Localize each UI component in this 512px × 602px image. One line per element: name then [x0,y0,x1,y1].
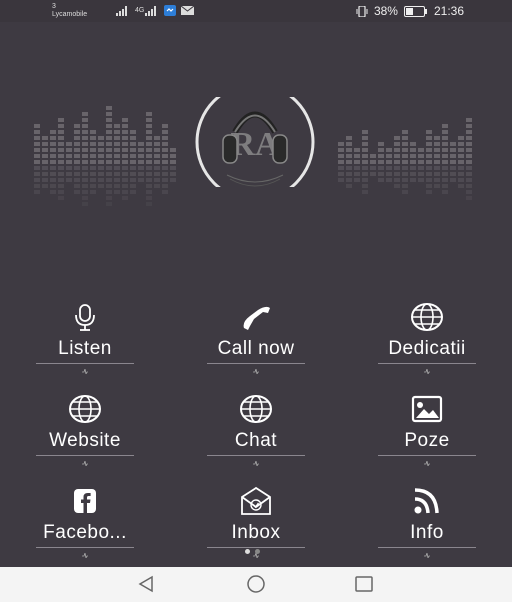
menu-item-label: Inbox [231,522,281,543]
page-dot [255,549,260,554]
vibrate-icon [356,5,368,17]
menu-item-label: Info [410,522,444,543]
email-icon [181,6,195,15]
recents-icon[interactable] [354,574,374,594]
mail-icon [236,486,276,516]
app-content: RA Listen Call now Dedicatii Website Chat Poz… [0,22,512,567]
radio-logo: RA [195,97,315,187]
globe-icon [236,394,276,424]
menu-item-dedicatii[interactable]: Dedicatii [352,302,502,382]
page-dot-active [245,549,250,554]
status-icons-left: 4G [116,5,195,16]
pulse-icon [424,453,430,468]
menu-item-label: Poze [404,430,450,451]
facebook-icon [65,486,105,516]
battery-percent: 38% [373,4,398,18]
carrier-info: 3 Lycamobile [52,3,87,19]
pulse-icon [424,545,430,560]
pulse-icon [82,361,88,376]
menu-item-label: Chat [234,430,278,451]
menu-item-label: Dedicatii [388,338,466,359]
menu-item-label: Call now [217,338,295,359]
pulse-icon [253,453,259,468]
page-indicator [245,549,260,554]
carrier-sim: 3 [52,3,56,10]
microphone-icon [65,302,105,332]
menu-item-label: Listen [58,338,112,359]
clock: 21:36 [433,4,464,18]
pulse-icon [253,361,259,376]
menu-item-poze[interactable]: Poze [352,394,502,474]
signal-icon-2 [145,5,157,16]
status-icons-right: 38% 21:36 [356,4,464,18]
home-icon[interactable] [245,574,267,594]
globe-icon [65,394,105,424]
pulse-icon [82,545,88,560]
menu-item-chat[interactable]: Chat [181,394,331,474]
signal-icon [116,5,127,16]
pulse-icon [424,361,430,376]
menu-item-info[interactable]: Info [352,486,502,566]
battery-icon [403,5,427,17]
back-icon[interactable] [136,574,156,594]
pulse-icon [82,453,88,468]
menu-item-label: Facebo... [43,522,127,543]
globe-icon [407,302,447,332]
menu-item-inbox[interactable]: Inbox [181,486,331,566]
menu-item-website[interactable]: Website [10,394,160,474]
menu-item-label: Website [49,430,121,451]
status-bar: 3 Lycamobile 4G 38% 21:36 [0,0,512,22]
messenger-icon [164,5,177,16]
menu-item-facebo[interactable]: Facebo... [10,486,160,566]
network-type: 4G [135,7,145,14]
carrier-name: Lycamobile [52,11,88,18]
rss-icon [407,486,447,516]
image-icon [407,394,447,424]
navigation-bar [0,567,512,602]
phone-icon [236,302,276,332]
menu-item-call-now[interactable]: Call now [181,302,331,382]
menu-item-listen[interactable]: Listen [10,302,160,382]
